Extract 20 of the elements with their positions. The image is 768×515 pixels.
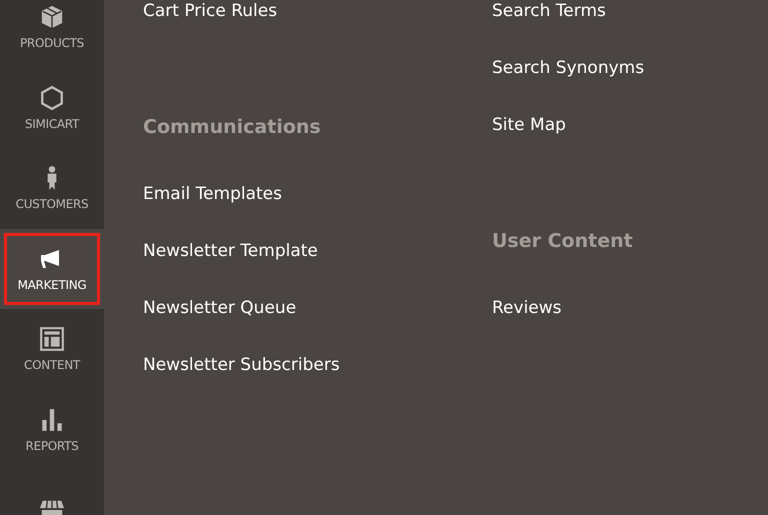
- sidebar-item[interactable]: SIMICART: [0, 68, 104, 148]
- box-icon: [39, 4, 65, 30]
- menu-link[interactable]: Newsletter Subscribers: [143, 337, 492, 394]
- menu-link[interactable]: Email Templates: [143, 166, 492, 223]
- menu-link[interactable]: Search Terms: [492, 0, 768, 40]
- layout-icon: [39, 326, 65, 352]
- section-heading: Communications: [143, 114, 322, 140]
- menu-link[interactable]: Newsletter Template: [143, 223, 492, 280]
- section-heading: User Content: [492, 228, 634, 254]
- sidebar-item[interactable]: CUSTOMERS: [0, 148, 104, 228]
- menu-link[interactable]: Newsletter Queue: [143, 280, 492, 337]
- menu-link[interactable]: Search Synonyms: [492, 40, 768, 97]
- sidebar-item[interactable]: PRODUCTS: [0, 0, 104, 68]
- sidebar-item[interactable]: MARKETING: [0, 228, 104, 309]
- sidebar-item[interactable]: CONTENT: [0, 309, 104, 390]
- menu-link[interactable]: Cart Price Rules: [143, 0, 492, 40]
- menu-link[interactable]: Site Map: [492, 97, 768, 154]
- hexagon-icon: [39, 84, 65, 111]
- menu-link[interactable]: Reviews: [492, 280, 768, 337]
- sidebar-item[interactable]: REPORTS: [0, 390, 104, 470]
